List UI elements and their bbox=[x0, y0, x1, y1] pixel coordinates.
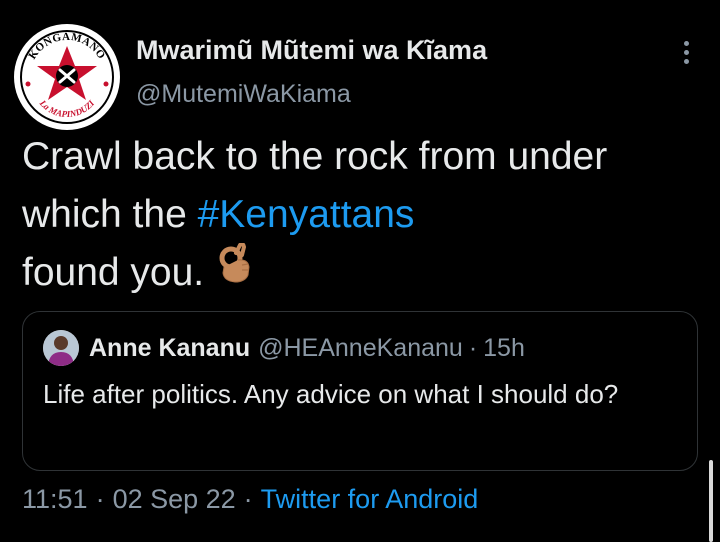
tweet-meta: 11:51 · 02 Sep 22 · Twitter for Android bbox=[22, 484, 478, 515]
tweet-text-part2: found you. bbox=[22, 251, 205, 294]
tweet-text: Crawl back to the rock from under which … bbox=[22, 128, 702, 302]
tweet-date[interactable]: 02 Sep 22 bbox=[113, 484, 236, 514]
meta-separator: · bbox=[95, 484, 105, 514]
tweet-source-link[interactable]: Twitter for Android bbox=[261, 484, 479, 514]
author-handle[interactable]: @MutemiWaKiama bbox=[136, 77, 487, 111]
quoted-tweet-header: Anne Kananu @HEAnneKananu · 15h bbox=[43, 330, 525, 366]
hashtag-link[interactable]: #Kenyattans bbox=[198, 193, 415, 236]
scrollbar[interactable] bbox=[709, 460, 713, 542]
ok-hand-emoji-icon bbox=[218, 241, 252, 300]
author-display-name[interactable]: Mwarimũ Mũtemi wa Kĩama bbox=[136, 32, 487, 68]
author-info[interactable]: Mwarimũ Mũtemi wa Kĩama @MutemiWaKiama bbox=[136, 32, 487, 111]
quoted-separator: · bbox=[468, 333, 478, 362]
quoted-author-name: Anne Kananu bbox=[89, 333, 251, 362]
quoted-author-avatar[interactable] bbox=[43, 330, 79, 366]
quoted-tweet[interactable]: Anne Kananu @HEAnneKananu · 15h Life aft… bbox=[22, 311, 698, 471]
quoted-tweet-text: Life after politics. Any advice on what … bbox=[43, 379, 619, 409]
tweet-time[interactable]: 11:51 bbox=[22, 484, 88, 514]
kongamano-logo-icon: KONGAMANO La MAPINDUZI bbox=[15, 25, 119, 129]
meta-separator-2: · bbox=[243, 484, 253, 514]
tweet[interactable]: KONGAMANO La MAPINDUZI Mwarimũ Mũtemi wa… bbox=[0, 0, 720, 542]
quoted-timestamp: 15h bbox=[483, 333, 525, 362]
quoted-author-handle: @HEAnneKananu bbox=[258, 333, 463, 362]
more-options-icon[interactable] bbox=[676, 38, 696, 70]
user-photo-icon bbox=[43, 330, 79, 366]
author-avatar[interactable]: KONGAMANO La MAPINDUZI bbox=[14, 24, 120, 130]
